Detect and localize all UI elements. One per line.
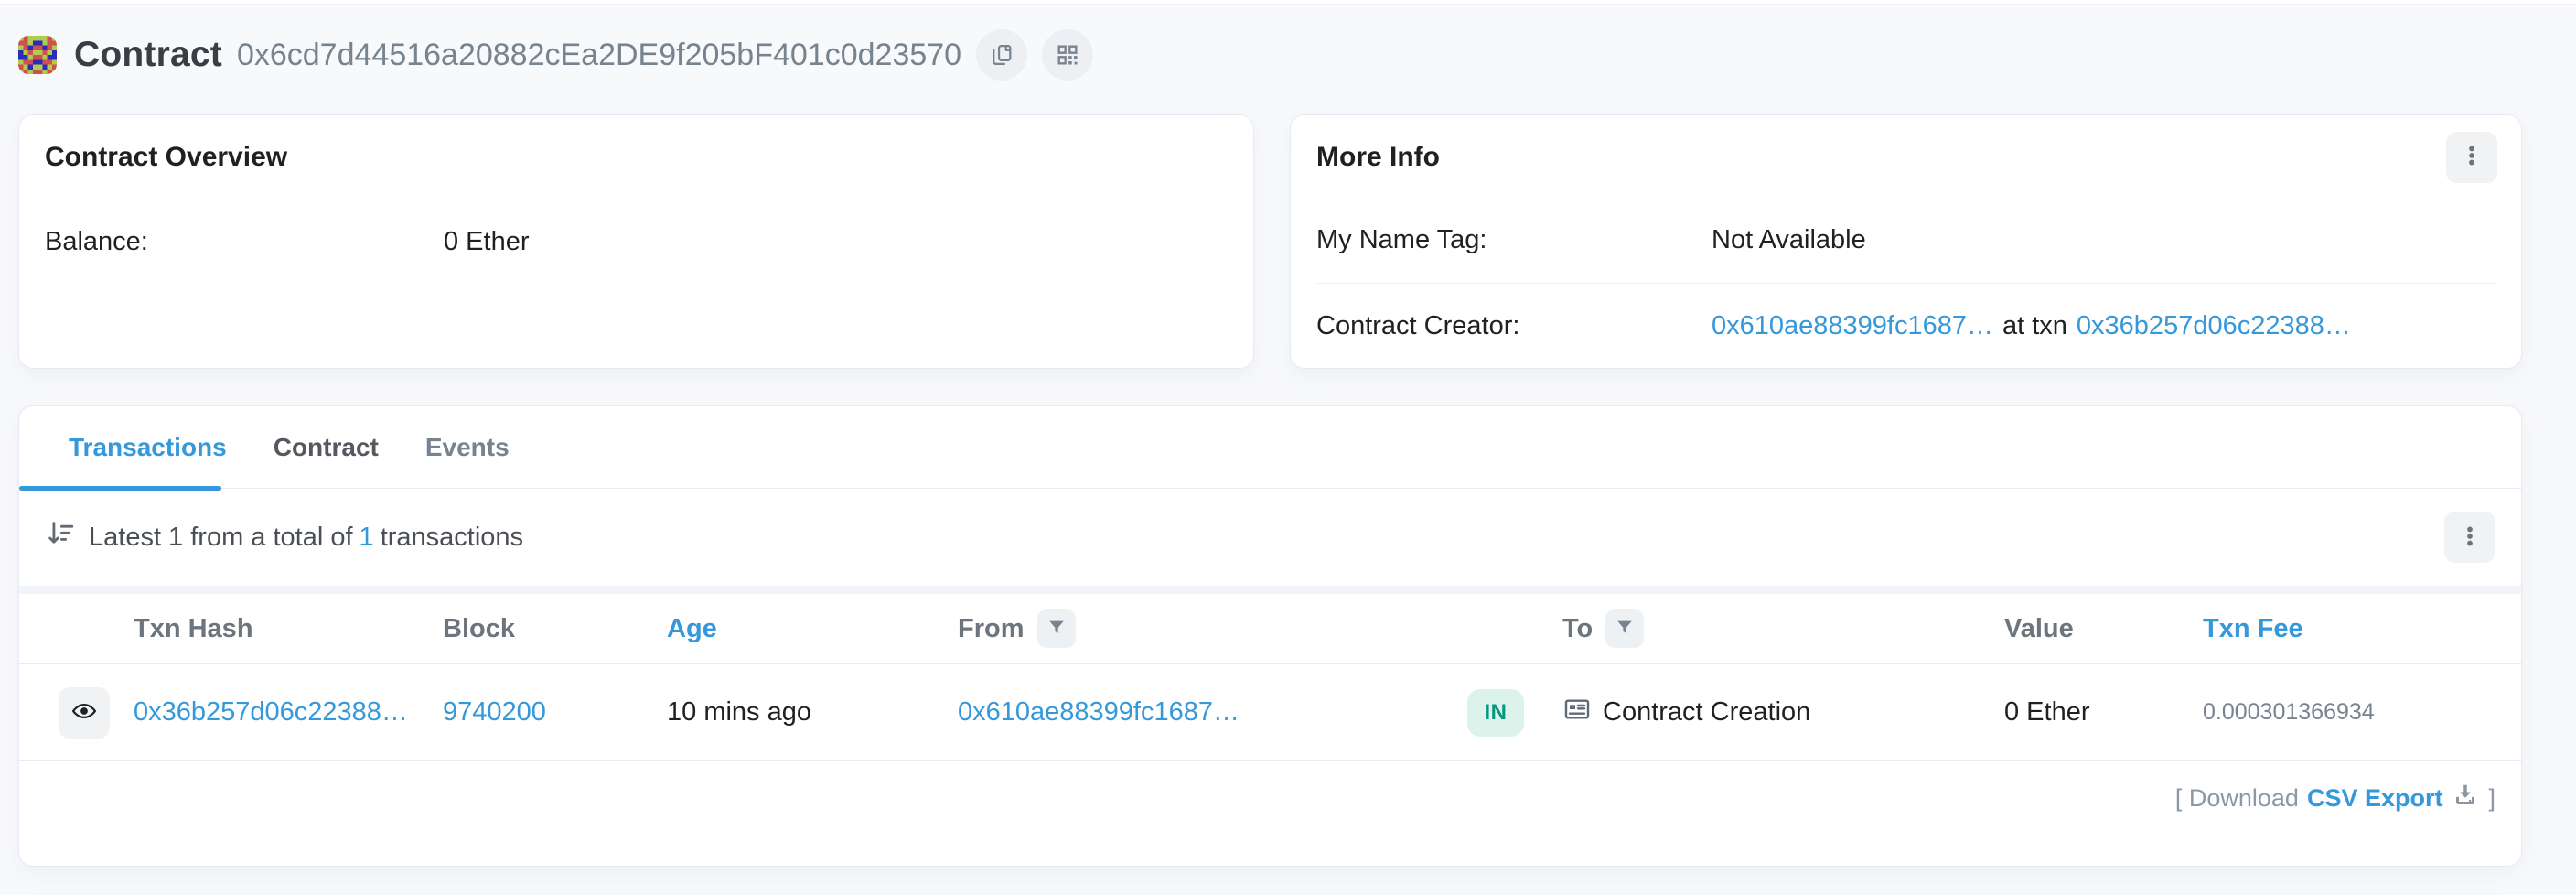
csv-export-row: [ Download CSV Export ]: [19, 761, 2521, 815]
contract-address: 0x6cd7d44516a20882cEa2DE9f205bF401c0d235…: [237, 38, 961, 73]
sort-amount-icon: [45, 518, 76, 556]
qr-code-button[interactable]: [1042, 29, 1093, 81]
name-tag-row: My Name Tag: Not Available: [1316, 199, 2496, 284]
from-filter-button[interactable]: [1037, 609, 1076, 648]
tab-events[interactable]: Events: [425, 433, 510, 462]
funnel-icon: [1615, 618, 1635, 641]
contract-overview-body: Balance: 0 Ether: [19, 227, 1253, 257]
col-to-label: To: [1562, 614, 1593, 644]
page-header: Contract 0x6cd7d44516a20882cEa2DE9f205bF…: [18, 28, 2522, 81]
contract-creation-document-icon: [1562, 695, 1603, 731]
txn-fee-cell: 0.000301366934: [2203, 699, 2496, 726]
more-info-body: My Name Tag: Not Available Contract Crea…: [1291, 199, 2521, 341]
col-from-label: From: [958, 614, 1025, 644]
funnel-icon: [1046, 618, 1067, 641]
qr-code-icon: [1055, 42, 1080, 68]
transactions-menu-button[interactable]: [2444, 512, 2496, 563]
download-suffix: ]: [2488, 784, 2496, 813]
tab-transactions[interactable]: Transactions: [69, 433, 227, 462]
csv-export-link[interactable]: CSV Export: [2307, 784, 2443, 813]
summary-count-link[interactable]: 1: [360, 523, 374, 552]
balance-value: 0 Ether: [444, 227, 530, 257]
copy-address-button[interactable]: [976, 29, 1027, 81]
col-age[interactable]: Age: [667, 614, 958, 644]
name-tag-label: My Name Tag:: [1316, 225, 1712, 255]
contract-overview-card: Contract Overview Balance: 0 Ether: [18, 114, 1254, 369]
more-info-menu-button[interactable]: [2446, 132, 2497, 183]
download-prefix: [ Download: [2175, 784, 2299, 813]
summary-text: Latest 1 from a total of1transactions: [89, 523, 523, 553]
value-cell: 0 Ether: [2004, 697, 2203, 728]
txn-hash-link[interactable]: 0x36b257d06c22388…: [134, 697, 408, 727]
copy-icon: [989, 42, 1014, 68]
more-info-card: More Info My Name Tag: Not Available Con…: [1290, 114, 2522, 369]
table-header: Txn Hash Block Age From To: [19, 594, 2521, 664]
direction-in-badge: IN: [1467, 689, 1524, 737]
navbar-bottom-edge: [0, 0, 2576, 5]
vertical-dots-icon: [2459, 143, 2485, 171]
row-actions: [59, 687, 134, 739]
to-filter-button[interactable]: [1605, 609, 1644, 648]
page: Contract 0x6cd7d44516a20882cEa2DE9f205bF…: [0, 28, 2576, 867]
summary-cards: Contract Overview Balance: 0 Ether More …: [18, 114, 2522, 369]
vertical-dots-icon: [2457, 523, 2483, 552]
summary-suffix: transactions: [381, 523, 523, 552]
age-cell: 10 mins ago: [667, 697, 958, 728]
balance-row: Balance: 0 Ether: [19, 227, 1253, 257]
col-block: Block: [443, 614, 667, 644]
transactions-card: Transactions Contract Events Latest 1 fr…: [18, 405, 2522, 867]
eye-icon: [70, 697, 98, 728]
transactions-summary: Latest 1 from a total of1transactions: [19, 489, 2521, 586]
tabbar: Transactions Contract Events: [19, 406, 2521, 489]
table-top-divider: [19, 586, 2521, 594]
col-value: Value: [2004, 614, 2203, 644]
name-tag-value: Not Available: [1712, 225, 1866, 255]
contract-overview-title: Contract Overview: [45, 142, 287, 173]
download-icon: [2450, 782, 2488, 815]
page-title: Contract: [74, 35, 222, 75]
to-label: Contract Creation: [1603, 697, 1810, 728]
col-txn-hash: Txn Hash: [134, 614, 443, 644]
contract-identicon-icon: [18, 36, 57, 74]
active-tab-underline: [19, 486, 221, 491]
contract-creator-label: Contract Creator:: [1316, 311, 1712, 341]
balance-label: Balance:: [45, 227, 444, 257]
creator-address-link[interactable]: 0x610ae88399fc1687…: [1712, 311, 1993, 340]
more-info-header: More Info: [1291, 115, 2521, 199]
contract-creator-row: Contract Creator: 0x610ae88399fc1687… at …: [1316, 284, 2496, 341]
preview-txn-button[interactable]: [59, 687, 110, 739]
tab-contract[interactable]: Contract: [274, 433, 379, 462]
contract-creator-value: 0x610ae88399fc1687… at txn 0x36b257d06c223…: [1712, 311, 2351, 341]
summary-prefix: Latest 1 from a total of: [89, 523, 353, 552]
col-from: From: [958, 609, 1467, 648]
col-to: To: [1562, 609, 2004, 648]
table-row: 0x36b257d06c22388… 9740200 10 mins ago 0…: [19, 664, 2521, 761]
from-address-link[interactable]: 0x610ae88399fc1687…: [958, 697, 1240, 727]
col-txn-fee[interactable]: Txn Fee: [2203, 614, 2496, 644]
creator-connector: at txn: [2002, 311, 2067, 340]
creator-txn-link[interactable]: 0x36b257d06c22388…: [2077, 311, 2351, 340]
contract-overview-header: Contract Overview: [19, 115, 1253, 199]
block-link[interactable]: 9740200: [443, 697, 546, 727]
more-info-title: More Info: [1316, 142, 1440, 173]
to-cell: Contract Creation: [1562, 695, 2004, 731]
